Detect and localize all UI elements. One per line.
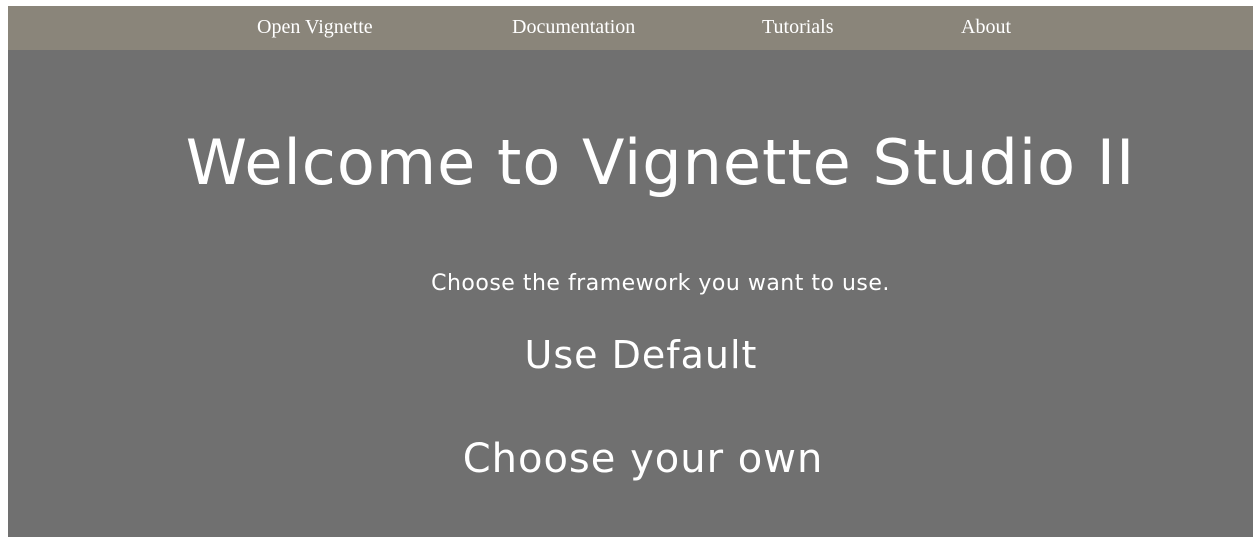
top-navbar: Open Vignette Documentation Tutorials Ab… — [8, 6, 1253, 50]
page-title: Welcome to Vignette Studio II — [185, 126, 1136, 199]
use-default-button[interactable]: Use Default — [8, 333, 1253, 377]
nav-open-vignette[interactable]: Open Vignette — [257, 6, 373, 50]
nav-documentation[interactable]: Documentation — [512, 6, 635, 50]
nav-about[interactable]: About — [961, 6, 1011, 50]
nav-tutorials[interactable]: Tutorials — [762, 6, 834, 50]
choose-your-own-button[interactable]: Choose your own — [8, 436, 1253, 482]
app-window: Open Vignette Documentation Tutorials Ab… — [8, 6, 1253, 537]
framework-prompt: Choose the framework you want to use. — [431, 271, 890, 296]
